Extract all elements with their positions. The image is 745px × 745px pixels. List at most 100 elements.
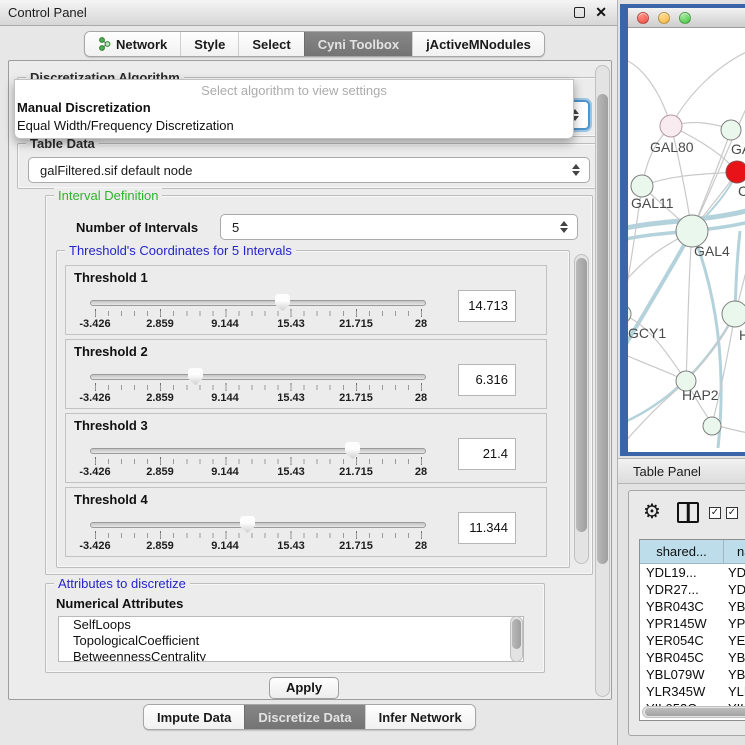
threshold-1-panel: Threshold 1 -3.426 2.859 9.144 15.43 21.… bbox=[65, 265, 547, 335]
combo-stepper-icon bbox=[572, 164, 580, 176]
network-icon bbox=[98, 37, 111, 51]
threshold-4-panel: Threshold 4 -3.426 2.859 9.144 15.43 21.… bbox=[65, 487, 547, 557]
node-label-hap2: HAP2 bbox=[682, 387, 719, 403]
popup-option-equal-width[interactable]: Equal Width/Frequency Discretization bbox=[15, 117, 573, 135]
table-data-combo-value: galFiltered.sif default node bbox=[40, 163, 192, 178]
interval-definition-group: Interval Definition Number of Intervals … bbox=[45, 195, 593, 575]
threshold-4-slider[interactable]: -3.426 2.859 9.144 15.43 21.715 28 bbox=[90, 516, 430, 554]
number-of-intervals-combo[interactable]: 5 bbox=[220, 214, 578, 240]
node-label-clipped-red: C bbox=[738, 183, 745, 199]
number-of-intervals-value: 5 bbox=[232, 220, 239, 235]
threshold-2-label: Threshold 2 bbox=[74, 344, 148, 359]
table-header-row: shared... name bbox=[640, 540, 745, 564]
node-label-gal11: GAL11 bbox=[631, 195, 674, 211]
algorithm-dropdown-popup: Select algorithm to view settings Manual… bbox=[14, 79, 574, 139]
threshold-2-panel: Threshold 2 -3.426 2.859 9.144 15.43 21.… bbox=[65, 339, 547, 409]
network-view-window[interactable]: GAL80 GA C GAL11 GAL4 GCY1 H HAP2 bbox=[620, 4, 745, 456]
node-gcy1[interactable] bbox=[628, 305, 631, 323]
list-item[interactable]: BetweennessCentrality bbox=[59, 649, 523, 662]
node-label-gcy1: GCY1 bbox=[628, 325, 666, 341]
table-panel-toolbar: ⚙ ✓ ✓ bbox=[629, 491, 745, 535]
table-data-group: Table Data galFiltered.sif default node bbox=[17, 143, 599, 189]
table-row[interactable]: YPR145WYPR1 bbox=[640, 615, 745, 632]
interval-definition-title: Interval Definition bbox=[54, 188, 162, 203]
threshold-1-value-field[interactable]: 14.713 bbox=[458, 290, 516, 322]
thresholds-group: Threshold's Coordinates for 5 Intervals … bbox=[56, 250, 570, 568]
threshold-3-value-field[interactable]: 21.4 bbox=[458, 438, 516, 470]
threshold-3-slider[interactable]: -3.426 2.859 9.144 15.43 21.715 28 bbox=[90, 442, 430, 480]
threshold-4-label: Threshold 4 bbox=[74, 492, 148, 507]
close-traffic-light-icon[interactable] bbox=[637, 12, 649, 24]
zoom-traffic-light-icon[interactable] bbox=[679, 12, 691, 24]
number-of-intervals-label: Number of Intervals bbox=[76, 220, 198, 235]
control-panel-titlebar: Control Panel ✕ bbox=[0, 0, 617, 26]
numerical-attributes-list[interactable]: SelfLoops TopologicalCoefficient Between… bbox=[58, 616, 524, 662]
node-h[interactable] bbox=[722, 301, 745, 327]
node-attribute-table: shared... name YDL19...YDL1 YDR27...YDR2… bbox=[639, 539, 745, 721]
checkbox-icon[interactable]: ✓ bbox=[709, 507, 721, 519]
popup-option-manual-discretization[interactable]: Manual Discretization bbox=[15, 99, 573, 117]
table-panel-header: Table Panel bbox=[618, 458, 745, 484]
list-item[interactable]: TopologicalCoefficient bbox=[59, 633, 523, 649]
table-horizontal-scrollbar[interactable] bbox=[642, 706, 745, 718]
tab-jactivemnodules[interactable]: jActiveMNodules bbox=[412, 32, 544, 56]
screen: Control Panel ✕ Network Style Select Cyn… bbox=[0, 0, 745, 745]
tab-network-label: Network bbox=[116, 37, 167, 52]
threshold-1-slider[interactable]: -3.426 2.859 9.144 15.43 21.715 28 bbox=[90, 294, 430, 332]
table-row[interactable]: YBR045CYBR0 bbox=[640, 649, 745, 666]
threshold-2-slider[interactable]: -3.426 2.859 9.144 15.43 21.715 28 bbox=[90, 368, 430, 406]
table-panel: ⚙ ✓ ✓ shared... name YDL19...YDL1 YDR27.… bbox=[628, 490, 745, 736]
tab-cyni-toolbox[interactable]: Cyni Toolbox bbox=[304, 32, 412, 56]
table-row[interactable]: YBL079WYBL0 bbox=[640, 666, 745, 683]
node-red-selected[interactable] bbox=[726, 161, 745, 183]
table-row[interactable]: YDR27...YDR2 bbox=[640, 581, 745, 598]
node-label-gal4: GAL4 bbox=[694, 243, 730, 259]
apply-button[interactable]: Apply bbox=[269, 677, 339, 699]
close-icon[interactable]: ✕ bbox=[595, 4, 607, 21]
tab-style[interactable]: Style bbox=[180, 32, 238, 56]
thresholds-scrollbar[interactable] bbox=[574, 254, 589, 564]
thresholds-group-title: Threshold's Coordinates for 5 Intervals bbox=[65, 243, 296, 258]
table-data-combo[interactable]: galFiltered.sif default node bbox=[28, 157, 590, 183]
node-gal11[interactable] bbox=[631, 175, 653, 197]
control-panel-title: Control Panel bbox=[8, 5, 87, 20]
list-item[interactable]: SelfLoops bbox=[59, 617, 523, 633]
node-bottom[interactable] bbox=[703, 417, 721, 435]
threshold-2-value-field[interactable]: 6.316 bbox=[458, 364, 516, 396]
cyni-bottom-tabs: Impute Data Discretize Data Infer Networ… bbox=[143, 704, 476, 730]
attributes-group-title: Attributes to discretize bbox=[54, 576, 190, 591]
threshold-1-label: Threshold 1 bbox=[74, 270, 148, 285]
columns-icon[interactable] bbox=[677, 502, 699, 523]
table-row[interactable]: YER054CYER0 bbox=[640, 632, 745, 649]
table-panel-title: Table Panel bbox=[633, 464, 701, 479]
threshold-4-value-field[interactable]: 11.344 bbox=[458, 512, 516, 544]
tab-infer-network[interactable]: Infer Network bbox=[365, 705, 475, 729]
node-top-right[interactable] bbox=[721, 120, 741, 140]
column-header-name[interactable]: name bbox=[724, 540, 745, 563]
table-row[interactable]: YLR345WYLR3 bbox=[640, 683, 745, 700]
attributes-list-scrollbar[interactable] bbox=[510, 616, 523, 662]
node-label-clipped-top: GA bbox=[731, 141, 745, 157]
tab-network[interactable]: Network bbox=[85, 32, 180, 56]
tab-impute-data[interactable]: Impute Data bbox=[144, 705, 244, 729]
table-row[interactable]: YBR043CYBR0 bbox=[640, 598, 745, 615]
control-panel-window: Control Panel ✕ Network Style Select Cyn… bbox=[0, 0, 618, 745]
network-window-titlebar[interactable] bbox=[628, 8, 745, 28]
float-window-icon[interactable] bbox=[574, 7, 585, 18]
popup-placeholder-option[interactable]: Select algorithm to view settings bbox=[15, 80, 573, 99]
node-gal80[interactable] bbox=[660, 115, 682, 137]
cyni-toolbox-panel: Discretization Algorithm Select algorith… bbox=[8, 60, 612, 700]
node-label-clipped-h: H bbox=[739, 327, 745, 343]
control-panel-tabs: Network Style Select Cyni Toolbox jActiv… bbox=[84, 31, 545, 57]
numerical-attributes-label: Numerical Attributes bbox=[56, 596, 183, 611]
checkbox-icon[interactable]: ✓ bbox=[726, 507, 738, 519]
tab-discretize-data[interactable]: Discretize Data bbox=[244, 705, 364, 729]
main-panel-scrollbar[interactable] bbox=[595, 65, 610, 697]
minimize-traffic-light-icon[interactable] bbox=[658, 12, 670, 24]
column-header-shared-name[interactable]: shared... bbox=[640, 540, 724, 563]
table-row[interactable]: YDL19...YDL1 bbox=[640, 564, 745, 581]
gear-icon[interactable]: ⚙ bbox=[643, 499, 661, 524]
tab-select[interactable]: Select bbox=[238, 32, 303, 56]
threshold-3-label: Threshold 3 bbox=[74, 418, 148, 433]
network-canvas[interactable]: GAL80 GA C GAL11 GAL4 GCY1 H HAP2 bbox=[628, 28, 745, 452]
